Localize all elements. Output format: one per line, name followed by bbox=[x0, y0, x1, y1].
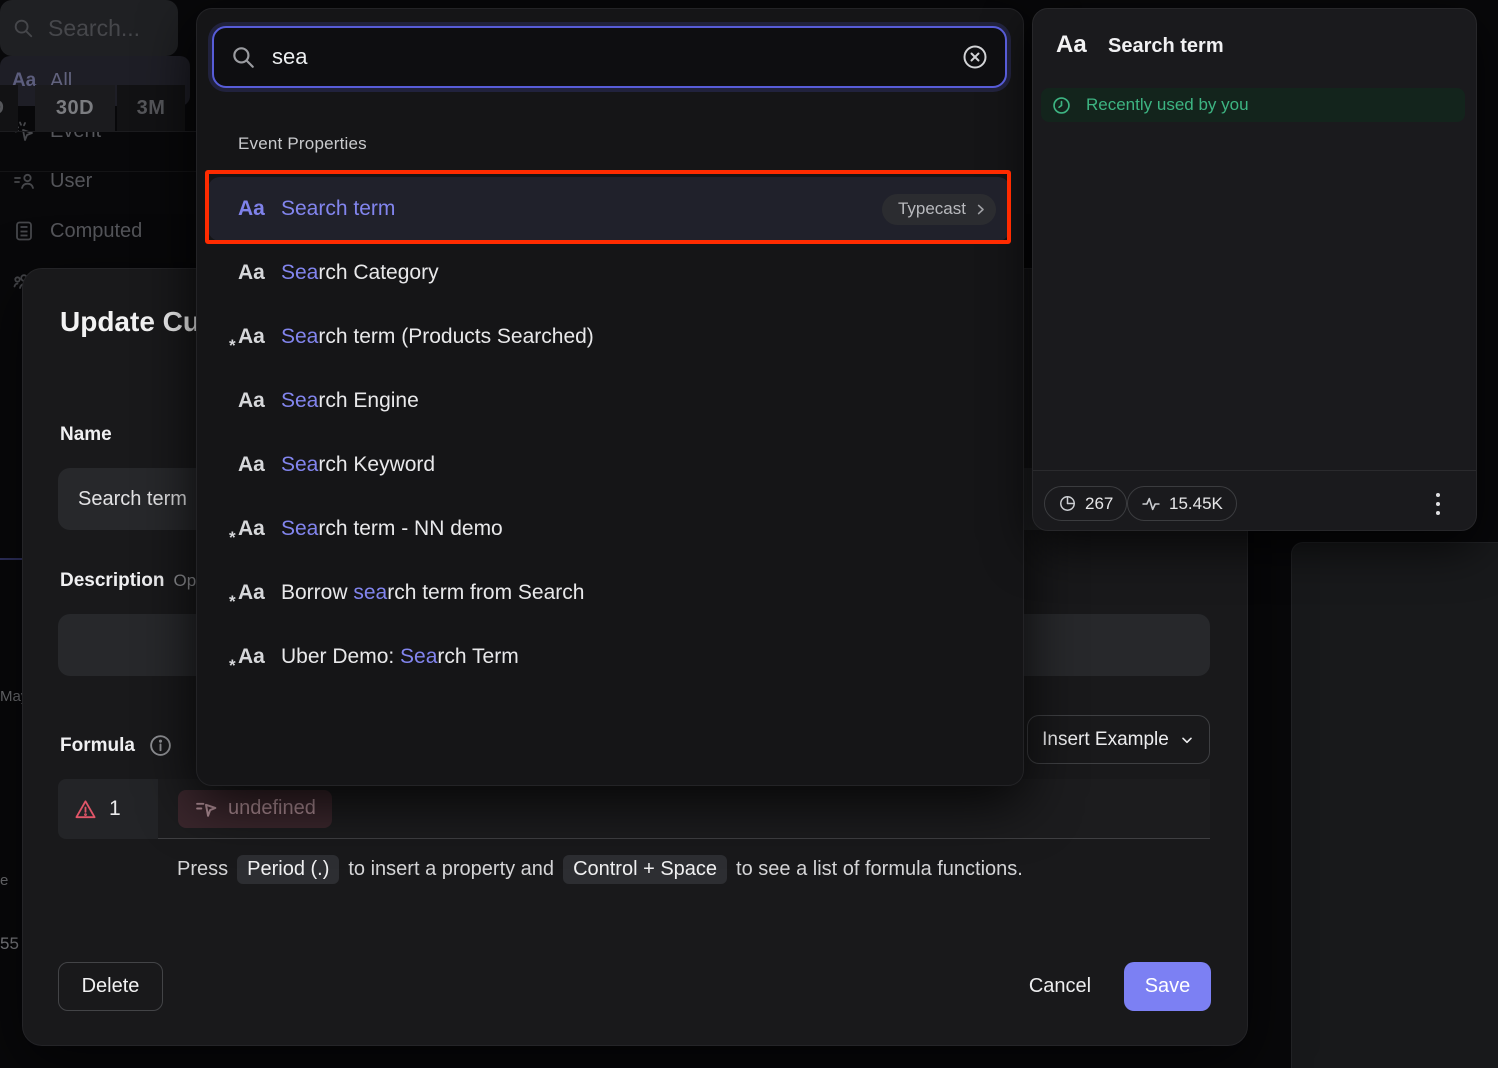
axis-label-fragment: e bbox=[0, 872, 8, 889]
key-badge-period: Period (.) bbox=[237, 855, 339, 884]
custom-property-marker: * bbox=[229, 528, 236, 548]
pie-chart-icon bbox=[1058, 494, 1077, 513]
text-type-icon: Aa bbox=[1056, 31, 1087, 59]
warning-icon bbox=[74, 798, 97, 821]
result-row-search-category[interactable]: Aa Search Category bbox=[208, 241, 1010, 305]
sidebar-item-label: User bbox=[50, 170, 92, 193]
custom-property-marker: * bbox=[229, 656, 236, 676]
distinct-values-chip[interactable]: 267 bbox=[1044, 486, 1127, 521]
delete-button[interactable]: Delete bbox=[58, 962, 163, 1011]
insert-example-label: Insert Example bbox=[1042, 729, 1169, 751]
info-icon[interactable] bbox=[148, 733, 173, 758]
property-detail-panel bbox=[1032, 8, 1477, 531]
formula-error-count: 1 bbox=[109, 797, 121, 821]
save-button[interactable]: Save bbox=[1124, 962, 1211, 1011]
chevron-right-icon bbox=[973, 202, 988, 217]
event-volume-chip[interactable]: 15.45K bbox=[1127, 486, 1237, 521]
sidebar-item-computed[interactable]: Computed bbox=[0, 206, 190, 256]
result-row-search-term-nn-demo[interactable]: Aa* Search term - NN demo bbox=[208, 497, 1010, 561]
axis-label-fragment: 55 bbox=[0, 934, 19, 954]
text-type-icon: Aa bbox=[238, 197, 268, 221]
property-search-input[interactable] bbox=[270, 43, 961, 71]
result-label: Search Category bbox=[281, 261, 439, 285]
sidebar-search-input[interactable] bbox=[46, 14, 166, 43]
search-icon bbox=[12, 17, 34, 39]
text-type-icon: Aa bbox=[238, 389, 268, 413]
instruction-text: Press bbox=[177, 858, 228, 881]
text-type-icon: Aa* bbox=[238, 325, 268, 349]
computed-icon bbox=[12, 219, 36, 243]
result-row-search-keyword[interactable]: Aa Search Keyword bbox=[208, 433, 1010, 497]
results-section-label: Event Properties bbox=[238, 134, 367, 154]
result-label: Search term bbox=[281, 197, 395, 221]
result-label: Search term (Products Searched) bbox=[281, 325, 594, 349]
clock-icon bbox=[1051, 95, 1072, 116]
formula-instructions: Press Period (.) to insert a property an… bbox=[177, 852, 1023, 886]
description-label: Description bbox=[60, 570, 165, 592]
chart-line-fragment bbox=[0, 558, 22, 560]
result-label: Search term - NN demo bbox=[281, 517, 503, 541]
property-search-field[interactable] bbox=[212, 26, 1007, 88]
result-row-search-engine[interactable]: Aa Search Engine bbox=[208, 369, 1010, 433]
custom-property-marker: * bbox=[229, 592, 236, 612]
formula-token-label: undefined bbox=[228, 797, 316, 820]
distinct-values-count: 267 bbox=[1085, 494, 1113, 514]
formula-editor[interactable]: 1 undefined bbox=[58, 779, 1210, 839]
result-label: Search Keyword bbox=[281, 453, 435, 477]
time-range-3m[interactable]: 3M bbox=[117, 85, 185, 131]
detail-panel-title: Search term bbox=[1108, 35, 1224, 58]
time-range-day[interactable]: D bbox=[0, 85, 18, 131]
cancel-button[interactable]: Cancel bbox=[1005, 962, 1115, 1011]
user-icon bbox=[12, 169, 36, 193]
text-type-icon: Aa bbox=[238, 453, 268, 477]
text-type-icon: Aa* bbox=[238, 517, 268, 541]
key-badge-control-space: Control + Space bbox=[563, 855, 727, 884]
modal-title: Update Cu bbox=[60, 306, 200, 338]
formula-token-icon bbox=[194, 796, 219, 821]
formula-label: Formula bbox=[60, 735, 135, 757]
insert-example-button[interactable]: Insert Example bbox=[1027, 715, 1210, 764]
instruction-text: to see a list of formula functions. bbox=[736, 858, 1023, 881]
sidebar-item-user[interactable]: User bbox=[0, 156, 190, 206]
activity-icon bbox=[1141, 494, 1161, 514]
result-row-search-term[interactable]: Aa Search term Typecast bbox=[208, 177, 1010, 241]
result-label: Borrow search term from Search bbox=[281, 581, 584, 605]
result-row-borrow-search-term[interactable]: Aa* Borrow search term from Search bbox=[208, 561, 1010, 625]
recently-used-label: Recently used by you bbox=[1086, 95, 1249, 115]
sidebar-item-label: Computed bbox=[50, 220, 142, 243]
formula-input-area[interactable]: undefined bbox=[158, 779, 1210, 839]
formula-label-row: Formula bbox=[60, 733, 173, 758]
result-label: Uber Demo: Search Term bbox=[281, 645, 519, 669]
clear-icon[interactable] bbox=[961, 43, 989, 71]
text-type-icon: Aa* bbox=[238, 645, 268, 669]
typecast-button[interactable]: Typecast bbox=[882, 194, 996, 225]
event-volume-count: 15.45K bbox=[1169, 494, 1223, 514]
app-root: D 30D 3M May e 55 Aa All Event User Comp… bbox=[0, 0, 1498, 1068]
gridline bbox=[0, 171, 196, 172]
divider bbox=[0, 131, 196, 132]
result-row-search-term-products[interactable]: Aa* Search term (Products Searched) bbox=[208, 305, 1010, 369]
text-type-icon: Aa* bbox=[238, 581, 268, 605]
custom-property-marker: * bbox=[229, 336, 236, 356]
formula-token[interactable]: undefined bbox=[178, 790, 332, 828]
search-icon bbox=[230, 44, 256, 70]
sidebar-search-field[interactable] bbox=[0, 0, 178, 56]
typecast-label: Typecast bbox=[898, 199, 966, 219]
name-label: Name bbox=[60, 424, 112, 446]
property-type-sidebar bbox=[1291, 542, 1498, 1068]
divider bbox=[1033, 470, 1476, 471]
formula-error-gutter: 1 bbox=[58, 779, 158, 839]
result-label: Search Engine bbox=[281, 389, 419, 413]
recently-used-badge: Recently used by you bbox=[1041, 88, 1465, 122]
time-range-30d[interactable]: 30D bbox=[35, 85, 115, 131]
instruction-text: to insert a property and bbox=[348, 858, 554, 881]
name-value: Search term bbox=[78, 488, 187, 511]
kebab-menu-icon[interactable] bbox=[1430, 488, 1446, 520]
text-type-icon: Aa bbox=[238, 261, 268, 285]
chevron-down-icon bbox=[1179, 732, 1195, 748]
result-row-uber-demo-search-term[interactable]: Aa* Uber Demo: Search Term bbox=[208, 625, 1010, 689]
